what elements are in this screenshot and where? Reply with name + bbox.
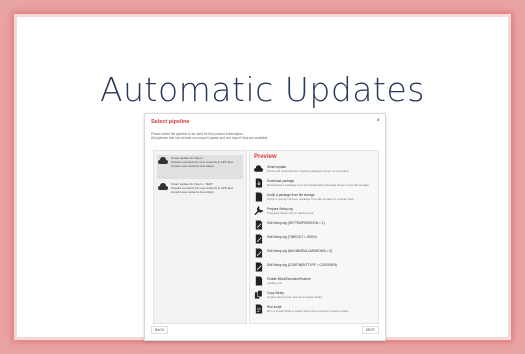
pipeline-step: Enable BlockExecutionFeature modify json — [254, 276, 374, 290]
step-title: Edit Setup.cfg (MAXIMIZEALLWINDOWS = 0) — [267, 249, 333, 253]
slide-title: Automatic Updates — [100, 70, 425, 109]
step-desc: Run a PowerShell or batch script file to… — [267, 309, 349, 313]
edit-icon — [255, 262, 263, 272]
pipeline-step: Run script Run a PowerShell or batch scr… — [254, 304, 374, 318]
pipeline-list: Smart update for Inkprn Checks a product… — [153, 150, 247, 324]
step-desc: modify json — [267, 281, 283, 285]
cloud-icon — [254, 165, 263, 172]
cloud-icon — [158, 157, 168, 164]
step-desc: Prepares Setup.cfg for deployment — [267, 211, 314, 215]
script-icon — [255, 304, 263, 314]
file-icon — [255, 276, 263, 286]
pipeline-desc: Checks a product for new versions in APS… — [171, 185, 233, 194]
pipeline-step: Smart update Finds and download the newe… — [254, 164, 374, 178]
step-title: Edit Setup.cfg (SETTEMPORATION = 1) — [267, 221, 325, 225]
pipeline-step: Edit Setup.cfg (MAXIMIZEALLWINDOWS = 0) — [254, 248, 374, 262]
pipeline-step: Unzip a package from file storage Unzip … — [254, 192, 374, 206]
dialog-title: Select pipeline — [151, 119, 190, 125]
pipeline-step: Edit Setup.cfg (SETTEMPORATION = 1) — [254, 220, 374, 234]
edit-icon — [255, 248, 263, 258]
edit-icon — [255, 234, 263, 244]
preview-panel: Preview Smart update Finds and download … — [249, 150, 379, 324]
pipeline-text: Smart update for Inkprn - TEST Checks a … — [171, 182, 241, 194]
file-icon — [255, 192, 263, 202]
dialog-description-line-2: All pipelines that use at least one Impo… — [151, 136, 269, 141]
step-desc: Finds and download the newest package ve… — [267, 169, 349, 173]
wrench-icon — [254, 206, 263, 216]
download-icon — [255, 178, 263, 188]
pipeline-step: Download package Downloads a package fro… — [254, 178, 374, 192]
pipeline-step: Copy library Copies library from source … — [254, 290, 374, 304]
close-icon[interactable]: × — [376, 118, 380, 124]
step-desc: Copies library from source to target fol… — [267, 295, 323, 299]
pipeline-step: Edit Setup.cfg (TIMEOUT = 20000) — [254, 234, 374, 248]
pipeline-item[interactable]: Smart update for Inkprn Checks a product… — [157, 155, 243, 179]
pipeline-step: Edit Setup.cfg (CONTINENTTYPE = CONTINEN… — [254, 262, 374, 276]
step-title: Edit Setup.cfg (TIMEOUT = 20000) — [267, 235, 317, 239]
select-pipeline-dialog: Select pipeline × Please select the pipe… — [144, 113, 386, 341]
pipeline-desc: Checks a product for new versions in APS… — [171, 159, 233, 168]
pipeline-item[interactable]: Smart update for Inkprn - TEST Checks a … — [157, 181, 243, 205]
step-title: Edit Setup.cfg (CONTINENTTYPE = CONTINEN… — [267, 263, 338, 267]
cloud-icon — [158, 183, 168, 190]
copy-icon — [254, 290, 263, 299]
pipeline-step: Prepare Setup.cfg Prepares Setup.cfg for… — [254, 206, 374, 220]
step-desc: Unzip a (zeed) conform package from file… — [267, 197, 354, 201]
back-button[interactable]: BACK — [151, 326, 169, 334]
edit-icon — [255, 220, 263, 230]
slide-frame: Automatic Updates Select pipeline × Plea… — [0, 0, 525, 354]
preview-title: Preview — [254, 154, 277, 160]
slide-canvas: Automatic Updates Select pipeline × Plea… — [17, 17, 508, 341]
step-desc: Downloads a package from the Application… — [267, 183, 369, 187]
dialog-description: Please select the pipeline to be used fo… — [151, 132, 379, 141]
next-button[interactable]: NEXT — [361, 326, 379, 334]
pipeline-text: Smart update for Inkprn Checks a product… — [171, 156, 241, 168]
